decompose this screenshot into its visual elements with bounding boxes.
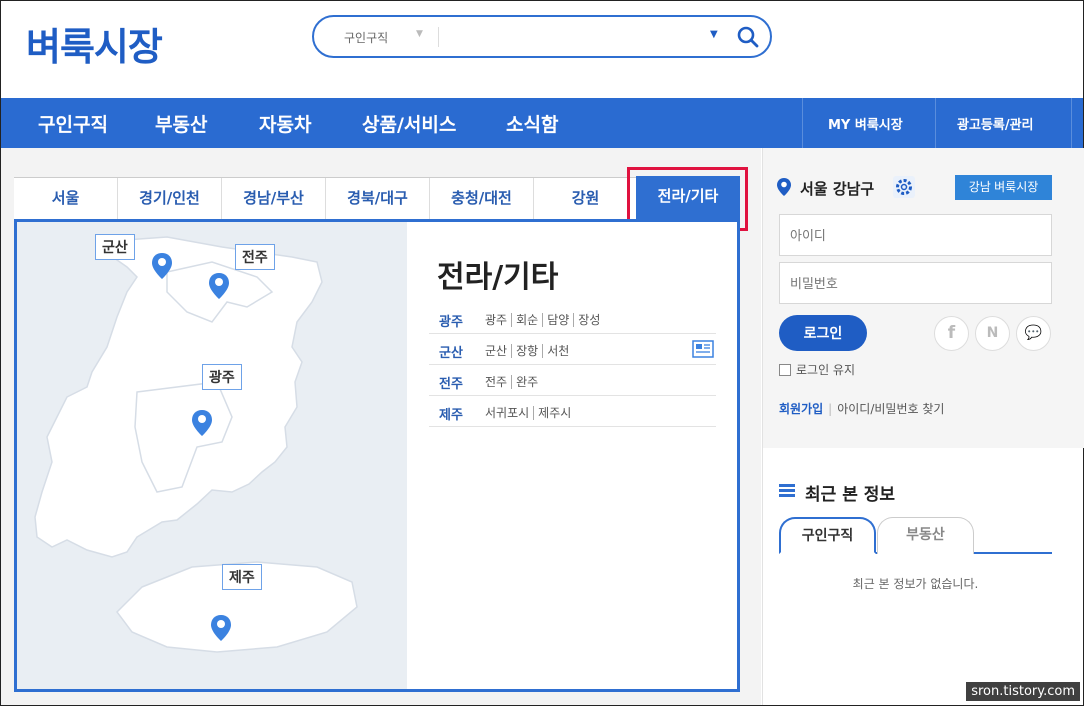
city-link[interactable]: 군산 — [481, 344, 511, 358]
map-label-jeonju[interactable]: 전주 — [235, 244, 275, 270]
map-label-gunsan[interactable]: 군산 — [95, 234, 135, 260]
nav-divider — [935, 98, 936, 148]
region-values: 군산 장항 서천 — [481, 342, 574, 359]
region-values: 전주 완주 — [481, 373, 543, 390]
tab-gyeongbuk[interactable]: 경북/대구 — [326, 178, 430, 220]
location-pin-icon — [777, 178, 791, 196]
gear-icon[interactable] — [892, 175, 916, 199]
recent-tab-realestate[interactable]: 부동산 — [877, 517, 974, 554]
login-button[interactable]: 로그인 — [779, 315, 867, 351]
tab-seoul[interactable]: 서울 — [14, 178, 118, 220]
region-key[interactable]: 제주 — [439, 404, 463, 423]
search-input[interactable] — [448, 26, 698, 48]
map-pin-icon[interactable] — [191, 409, 213, 437]
password-field[interactable] — [779, 262, 1052, 304]
recent-title: 최근 본 정보 — [805, 485, 896, 505]
region-map: 군산 전주 광주 제주 — [17, 222, 407, 689]
join-link[interactable]: 회원가입 — [779, 402, 823, 416]
keep-login[interactable]: 로그인 유지 — [779, 361, 855, 378]
region-key[interactable]: 군산 — [439, 342, 463, 361]
recent-empty-text: 최근 본 정보가 없습니다. — [852, 577, 979, 591]
tab-gyeongnam[interactable]: 경남/부산 — [222, 178, 326, 220]
nav-item-goods[interactable]: 상품/서비스 — [362, 110, 456, 137]
link-divider: | — [828, 402, 833, 416]
current-location: 서울 강남구 — [800, 180, 875, 198]
account-links: 회원가입 | 아이디/비밀번호 찾기 — [779, 400, 944, 417]
newspaper-icon[interactable] — [692, 340, 714, 358]
local-market-button[interactable]: 강남 벼룩시장 — [955, 175, 1052, 200]
map-pin-icon[interactable] — [151, 252, 173, 280]
city-link[interactable]: 장항 — [511, 344, 543, 358]
tab-gyeonggi[interactable]: 경기/인천 — [118, 178, 222, 220]
region-title: 전라/기타 — [437, 260, 559, 295]
category-caret-icon[interactable]: ▼ — [416, 29, 423, 39]
nav-divider — [1071, 98, 1072, 148]
region-row: 제주 서귀포시 제주시 — [429, 396, 716, 427]
tab-chungcheong[interactable]: 충청/대전 — [430, 178, 534, 220]
city-link[interactable]: 완주 — [511, 375, 543, 389]
region-values: 광주 회순 담양 장성 — [481, 311, 605, 328]
keep-login-label: 로그인 유지 — [796, 363, 856, 377]
region-panel: 군산 전주 광주 제주 전라/기타 광주 광주 회순 담양 장성 군산 군산 장항 서천 … — [14, 219, 740, 692]
search-bar: 구인구직 ▼ ▼ — [312, 15, 772, 58]
city-link[interactable]: 회순 — [511, 313, 543, 327]
watermark: sron.tistory.com — [966, 682, 1080, 701]
site-logo[interactable]: 벼룩시장 — [26, 16, 163, 71]
city-link[interactable]: 담양 — [542, 313, 574, 327]
city-link[interactable]: 제주시 — [533, 406, 576, 420]
naver-login-icon[interactable]: N — [975, 316, 1010, 351]
nav-divider — [802, 98, 803, 148]
nav-item-realestate[interactable]: 부동산 — [155, 110, 207, 137]
city-link[interactable]: 서귀포시 — [481, 406, 533, 420]
tab-gangwon[interactable]: 강원 — [534, 178, 638, 220]
map-label-gwangju[interactable]: 광주 — [202, 364, 242, 390]
search-category-select[interactable]: 구인구직 — [344, 29, 388, 46]
map-pin-icon[interactable] — [208, 272, 230, 300]
search-icon[interactable] — [734, 23, 762, 51]
region-key[interactable]: 광주 — [439, 311, 463, 330]
nav-item-jobs[interactable]: 구인구직 — [38, 110, 108, 137]
search-divider — [438, 27, 439, 47]
jeolla-shape — [34, 236, 323, 558]
menu-icon — [779, 484, 795, 498]
recent-tab-jobs[interactable]: 구인구직 — [779, 517, 876, 554]
city-link[interactable]: 전주 — [481, 375, 511, 389]
nav-item-cars[interactable]: 자동차 — [259, 110, 311, 137]
search-dropdown-icon[interactable]: ▼ — [710, 29, 718, 40]
region-key[interactable]: 전주 — [439, 373, 463, 392]
region-row: 군산 군산 장항 서천 — [429, 334, 716, 365]
region-row: 광주 광주 회순 담양 장성 — [429, 303, 716, 334]
city-link[interactable]: 서천 — [542, 344, 574, 358]
facebook-login-icon[interactable]: f — [934, 316, 969, 351]
map-label-jeju[interactable]: 제주 — [222, 564, 262, 590]
city-link[interactable]: 광주 — [481, 313, 511, 327]
keep-login-checkbox[interactable] — [779, 364, 791, 376]
nav-my-page[interactable]: MY 벼룩시장 — [828, 114, 903, 133]
find-account-link[interactable]: 아이디/비밀번호 찾기 — [837, 402, 944, 416]
nav-item-news[interactable]: 소식함 — [506, 110, 558, 137]
region-values: 서귀포시 제주시 — [481, 404, 576, 421]
id-field[interactable] — [779, 214, 1052, 256]
city-link[interactable]: 장성 — [573, 313, 605, 327]
map-pin-icon[interactable] — [210, 614, 232, 642]
kakao-login-icon[interactable]: 💬 — [1016, 316, 1051, 351]
main-nav: 구인구직 부동산 자동차 상품/서비스 소식함 MY 벼룩시장 광고등록/관리 — [1, 98, 1083, 148]
region-row: 전주 전주 완주 — [429, 365, 716, 396]
nav-ad-manage[interactable]: 광고등록/관리 — [957, 114, 1034, 133]
